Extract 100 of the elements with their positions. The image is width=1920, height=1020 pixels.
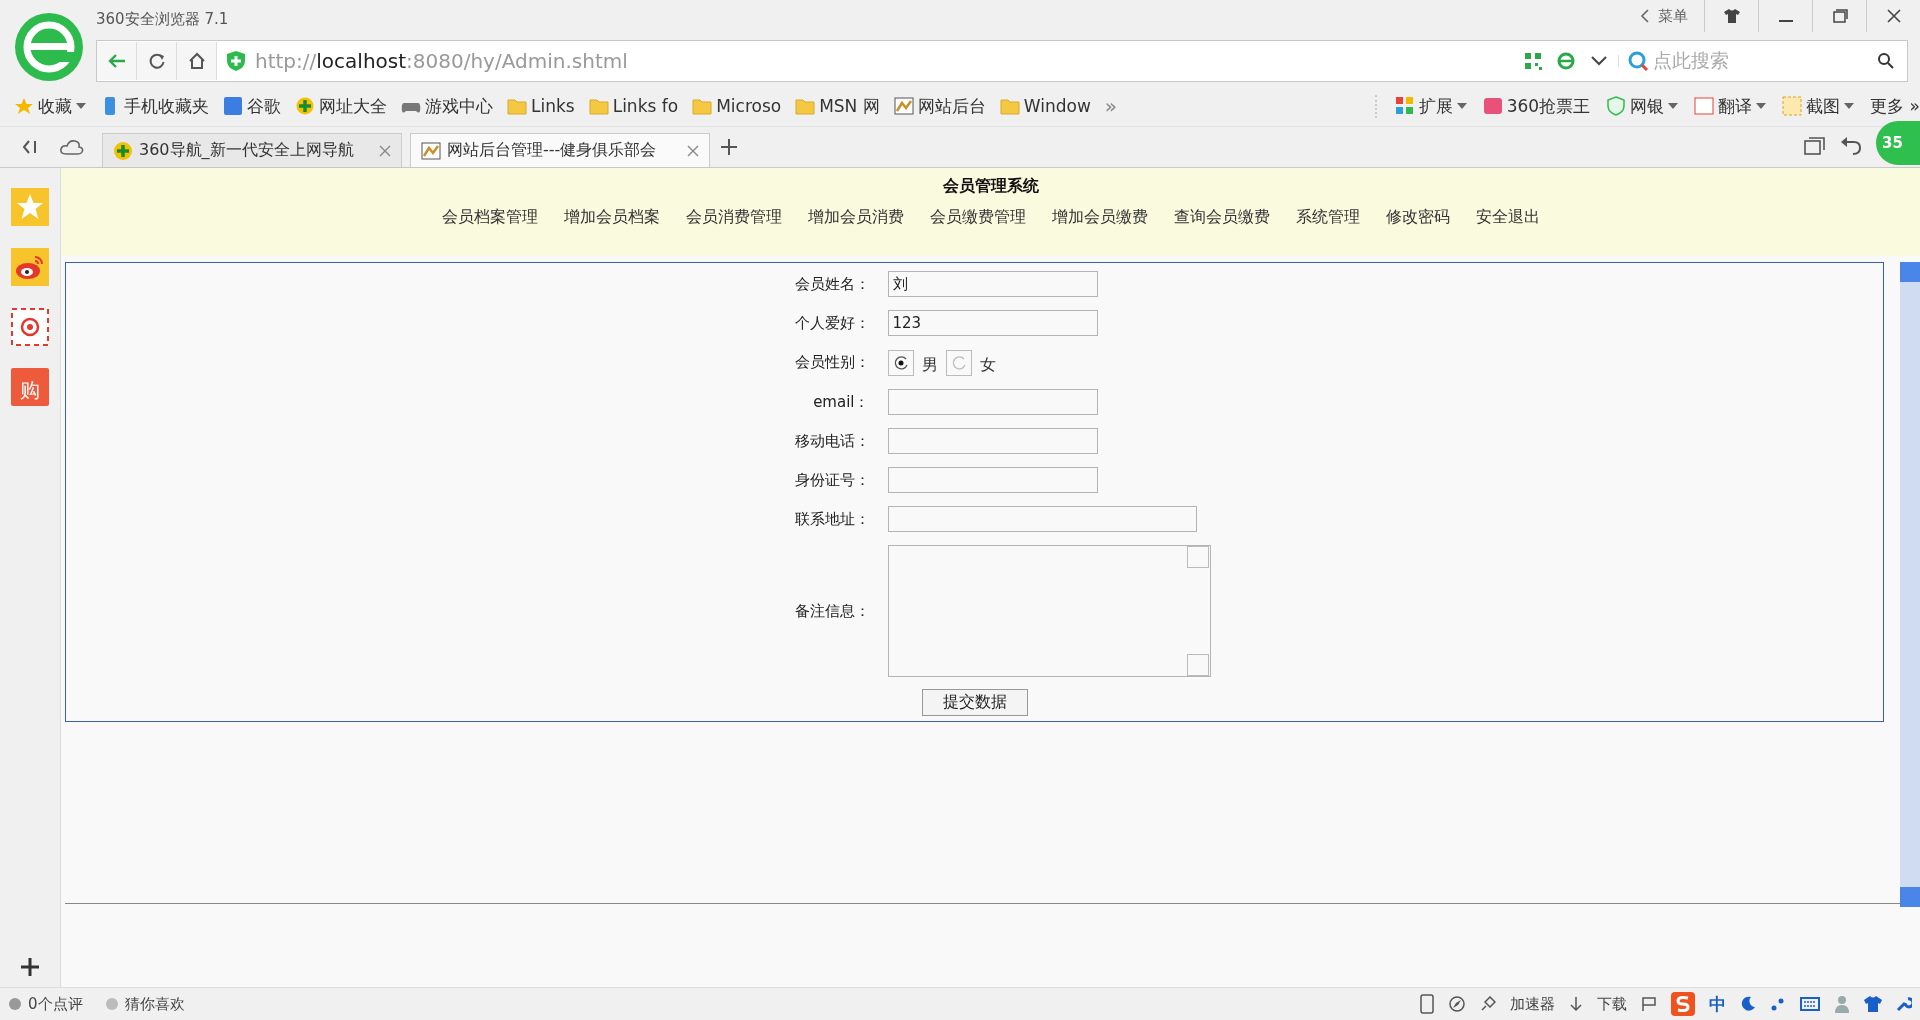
bookmark-item[interactable]: 收藏 <box>14 94 86 118</box>
submit-button[interactable]: 提交数据 <box>921 689 1028 716</box>
comment-icon[interactable] <box>8 997 22 1011</box>
nav-link[interactable]: 增加会员消费 <box>807 207 904 228</box>
home-button[interactable] <box>177 42 217 80</box>
flag-icon[interactable] <box>1641 996 1657 1012</box>
bookmark-item[interactable]: 游戏中心 <box>401 94 493 118</box>
new-tab-icon[interactable] <box>720 138 738 156</box>
download-arrow-icon[interactable] <box>1569 996 1583 1012</box>
extension-item[interactable]: 扩展 <box>1394 94 1467 118</box>
bookmark-item[interactable]: Links <box>507 96 575 116</box>
window-title: 360安全浏览器 7.1 <box>96 10 229 29</box>
shield-icon <box>1606 96 1627 116</box>
undo-icon[interactable] <box>1840 137 1862 157</box>
scrollbar[interactable] <box>1900 262 1920 907</box>
refresh-button[interactable] <box>137 42 177 80</box>
caret-icon <box>1456 103 1467 109</box>
accelerator-button[interactable]: 加速器 <box>1510 994 1555 1014</box>
nav-link[interactable]: 增加会员缴费 <box>1051 207 1148 228</box>
dot-icon[interactable] <box>104 997 119 1011</box>
input-field[interactable]: 刘 <box>887 271 1098 297</box>
close-icon[interactable] <box>687 144 699 157</box>
nav-link[interactable]: 安全退出 <box>1475 207 1540 228</box>
folder-icon <box>507 97 527 115</box>
folder-icon <box>795 97 816 115</box>
folder-icon <box>999 97 1020 115</box>
extension-item[interactable]: 更多 » <box>1870 94 1920 118</box>
nav-link[interactable]: 会员缴费管理 <box>929 207 1026 228</box>
field-label: 会员姓名： <box>794 274 870 294</box>
nav-link[interactable]: 增加会员档案 <box>563 207 660 228</box>
keyboard-icon[interactable] <box>1800 997 1820 1011</box>
bookmark-item[interactable]: Links fo <box>588 96 679 116</box>
punctuation-icon[interactable] <box>1770 996 1786 1012</box>
extension-item[interactable]: 截图 <box>1782 94 1855 118</box>
dropdown-caret-icon[interactable] <box>1590 55 1619 67</box>
nav-link[interactable]: 会员档案管理 <box>441 207 538 228</box>
radio-label: 男 <box>921 355 938 376</box>
search-icon <box>1627 50 1651 72</box>
notes-field[interactable] <box>887 545 1211 677</box>
extension-item[interactable]: 360抢票王 <box>1482 94 1591 118</box>
back-button[interactable] <box>97 42 137 80</box>
extension-item[interactable]: 翻译 <box>1694 94 1767 118</box>
radio-label: 女 <box>979 355 996 376</box>
bookmark-item[interactable]: 网站后台 <box>893 94 986 118</box>
star-icon <box>14 97 34 115</box>
input-field[interactable] <box>887 428 1098 454</box>
field-label: 身份证号： <box>794 470 870 490</box>
browser-tab[interactable]: 360导航_新一代安全上网导航 <box>102 133 402 167</box>
mail-icon[interactable] <box>11 308 49 346</box>
plus-icon <box>113 140 133 161</box>
weibo-icon[interactable] <box>11 248 49 286</box>
folder-icon <box>692 97 713 115</box>
moon-icon[interactable] <box>1740 996 1756 1012</box>
phone-icon[interactable] <box>1420 994 1434 1014</box>
bookmark-item[interactable]: 网址大全 <box>295 94 387 118</box>
refresh-icon <box>147 52 166 70</box>
ime-mode[interactable]: 中 <box>1709 992 1726 1016</box>
menu-button[interactable]: 菜单 <box>1642 0 1704 32</box>
nav-link[interactable]: 会员消费管理 <box>685 207 782 228</box>
compass-icon[interactable] <box>1448 995 1466 1013</box>
scissors-icon <box>1782 96 1803 116</box>
nav-link[interactable]: 系统管理 <box>1295 207 1360 228</box>
radio-button[interactable] <box>945 349 972 376</box>
extension-item[interactable]: 网银 <box>1606 94 1679 118</box>
input-field[interactable]: 123 <box>887 310 1098 336</box>
field-label: 个人爱好： <box>794 313 870 333</box>
bookmark-item[interactable]: 谷歌 <box>223 94 281 118</box>
field-label: 备注信息： <box>794 601 870 621</box>
home-icon <box>187 52 206 70</box>
url-text[interactable]: http://localhost:8080/hy/Admin.shtml <box>255 49 1517 73</box>
shirt-icon[interactable] <box>1864 996 1882 1012</box>
field-label: 移动电话： <box>794 431 870 451</box>
ime-logo-icon[interactable] <box>1671 992 1695 1016</box>
chevron-left-icon[interactable] <box>1640 9 1650 23</box>
tab-list-icon[interactable] <box>1804 137 1826 157</box>
shirt-icon <box>1723 9 1740 23</box>
input-field[interactable] <box>887 467 1098 493</box>
caret-icon <box>1756 103 1767 109</box>
wrench-icon[interactable] <box>1896 996 1912 1012</box>
search-icon[interactable] <box>1877 52 1895 70</box>
add-icon[interactable] <box>20 957 40 977</box>
bookmark-item[interactable]: 手机收藏夹 <box>100 94 209 118</box>
bookmark-item[interactable]: Microso <box>692 96 782 116</box>
radio-icon <box>892 354 909 371</box>
input-field[interactable] <box>887 506 1197 532</box>
radio-icon <box>950 354 967 371</box>
cloud-icon[interactable] <box>60 139 84 155</box>
browser-tab[interactable]: 网站后台管理---健身俱乐部会 <box>410 133 710 167</box>
input-field[interactable] <box>887 389 1098 415</box>
download-button[interactable]: 下载 <box>1597 994 1627 1014</box>
qr-code-icon[interactable] <box>1524 52 1542 70</box>
bookmark-item[interactable]: MSN 网 <box>795 94 880 118</box>
recommend-status[interactable]: 猜你喜欢 <box>124 994 185 1014</box>
close-icon[interactable] <box>379 144 391 157</box>
nav-link[interactable]: 修改密码 <box>1385 207 1450 228</box>
bookmark-item[interactable]: Window <box>999 96 1091 116</box>
nav-link[interactable]: 查询会员缴费 <box>1173 207 1270 228</box>
comments-status[interactable]: 0个点评 <box>28 994 83 1014</box>
radio-button[interactable] <box>887 349 914 376</box>
translate-icon <box>1694 96 1715 116</box>
